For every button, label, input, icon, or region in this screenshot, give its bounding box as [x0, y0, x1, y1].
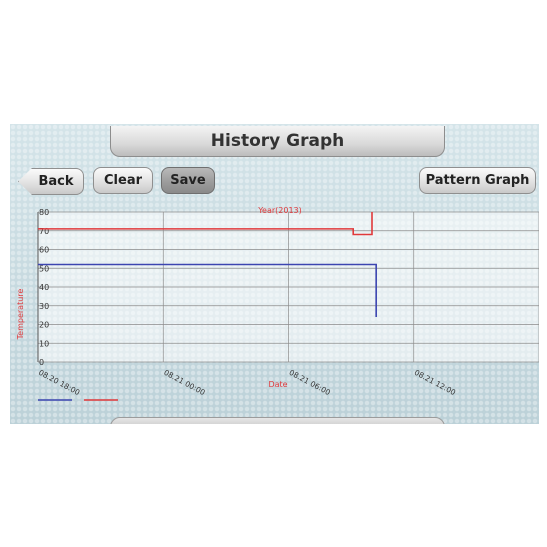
- x-tick-label: 08.21 06:00: [288, 368, 333, 397]
- x-tick-label: 08.2: [538, 368, 539, 384]
- y-tick-label: 40: [39, 283, 49, 292]
- y-tick-label: 0: [39, 358, 44, 367]
- page-title: History Graph: [210, 131, 345, 151]
- chart-title: Year(2013): [257, 206, 302, 215]
- x-tick-label: 08.21 12:00: [413, 368, 458, 397]
- x-tick-labels: 08.20 18:00 08.21 00:00 08.21 06:00 08.21 1…: [37, 368, 539, 397]
- y-tick-label: 60: [39, 246, 49, 255]
- x-tick-label: 08.21 00:00: [162, 368, 207, 397]
- y-tick-label: 10: [39, 339, 49, 348]
- y-tick-label: 30: [39, 302, 49, 311]
- back-button[interactable]: Back: [18, 168, 84, 195]
- y-tick-label: 20: [39, 321, 49, 330]
- pattern-graph-button[interactable]: Pattern Graph: [419, 167, 536, 194]
- y-axis-label: Temperature: [16, 289, 25, 341]
- x-axis-label: Date: [268, 380, 287, 389]
- title-bar: History Graph: [110, 126, 445, 157]
- bottom-tab: [110, 417, 445, 424]
- chart-grid: [37, 211, 539, 363]
- clear-button[interactable]: Clear: [93, 167, 153, 194]
- y-tick-label: 80: [39, 208, 49, 217]
- device-screen: History Graph Back Clear Save Pattern Gr…: [10, 124, 539, 424]
- x-tick-label: 08.20 18:00: [37, 368, 82, 397]
- history-chart: 01020304050607080 08.20 18:00 08.21 00:00…: [16, 206, 539, 401]
- y-tick-labels: 01020304050607080: [39, 208, 49, 367]
- y-tick-label: 50: [39, 264, 49, 273]
- save-button[interactable]: Save: [161, 167, 215, 194]
